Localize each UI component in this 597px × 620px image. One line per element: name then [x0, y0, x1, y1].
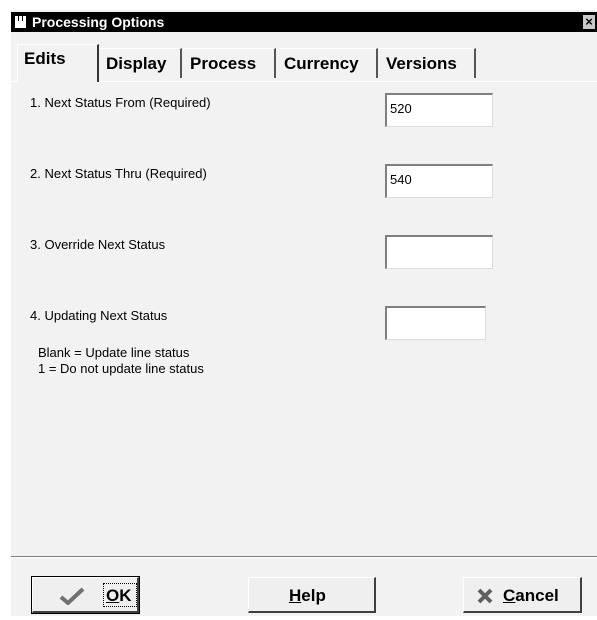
option-4-help-line-1: Blank = Update line status: [38, 345, 190, 360]
tab-currency[interactable]: Currency: [278, 48, 378, 78]
ok-button[interactable]: OK: [31, 576, 140, 614]
title-bar: Processing Options ×: [11, 12, 597, 32]
option-4-help-line-2: 1 = Do not update line status: [38, 361, 204, 376]
next-status-thru-field[interactable]: 540: [385, 164, 493, 198]
edits-panel: 1. Next Status From (Required) 520 2. Ne…: [11, 82, 597, 556]
tab-strip: Edits Display Process Currency Versions: [11, 44, 597, 82]
tab-edits[interactable]: Edits: [17, 44, 99, 82]
app-icon: [15, 16, 26, 28]
option-2-label: 2. Next Status Thru (Required): [30, 166, 207, 181]
cancel-button[interactable]: Cancel: [463, 577, 582, 613]
override-next-status-field[interactable]: [385, 235, 493, 269]
option-4-label: 4. Updating Next Status: [30, 308, 168, 323]
option-3-label: 3. Override Next Status: [30, 237, 166, 252]
updating-next-status-field[interactable]: [385, 306, 486, 340]
window-title: Processing Options: [32, 14, 165, 30]
processing-options-window: Processing Options × Edits Display Proce…: [10, 10, 597, 616]
x-icon: [477, 588, 493, 604]
checkmark-icon: [59, 587, 85, 605]
button-bar: OK Help Cancel: [11, 556, 597, 617]
help-label: Help: [289, 586, 326, 605]
option-1-label: 1. Next Status From (Required): [30, 95, 211, 110]
cancel-label: Cancel: [503, 586, 559, 605]
tab-process[interactable]: Process: [184, 48, 276, 78]
ok-label: OK: [106, 586, 132, 605]
close-button[interactable]: ×: [583, 15, 595, 29]
help-button[interactable]: Help: [248, 577, 376, 613]
next-status-from-field[interactable]: 520: [385, 93, 493, 127]
tab-display[interactable]: Display: [100, 48, 182, 78]
tab-versions[interactable]: Versions: [380, 48, 476, 78]
